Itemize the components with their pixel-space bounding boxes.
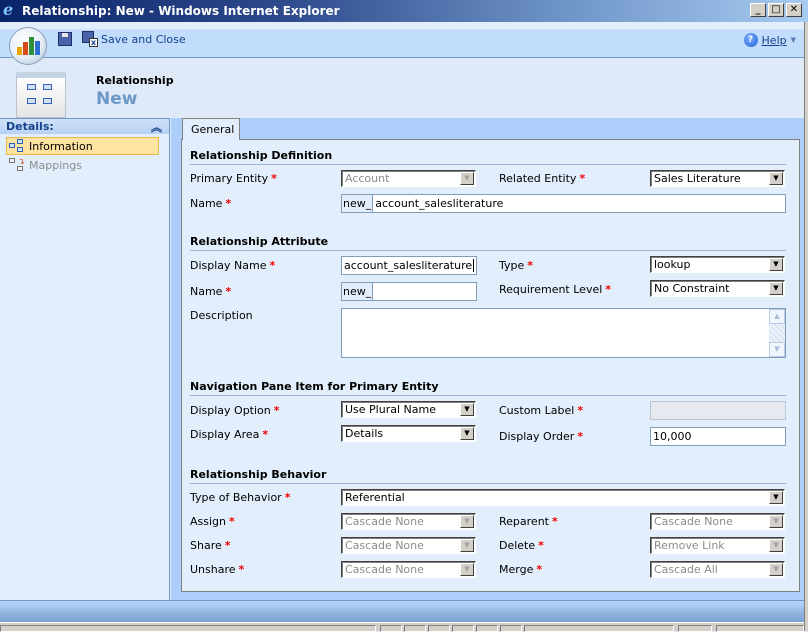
dropdown-arrow-icon: ▼ (769, 563, 783, 576)
mappings-icon: ↴ (9, 158, 25, 172)
crm-logo-icon[interactable] (9, 27, 47, 65)
dropdown-arrow-icon: ▼ (460, 427, 474, 440)
unshare-select[interactable]: Cascade None ▼ (341, 561, 476, 578)
related-entity-label: Related Entity * (499, 172, 586, 185)
section-heading: Relationship Behavior (190, 468, 786, 484)
nav-item-information[interactable]: Information (6, 137, 159, 155)
attribute-name-input[interactable]: new_ (341, 282, 477, 301)
dropdown-arrow-icon: ▼ (769, 172, 783, 185)
tab-label: General (191, 123, 235, 136)
scroll-up-icon[interactable]: ▲ (769, 309, 785, 324)
dropdown-arrow-icon: ▼ (460, 403, 474, 416)
name-prefix: new_ (342, 283, 374, 300)
browser-status-bar (0, 622, 804, 632)
entity-kind-label: Relationship (96, 74, 174, 87)
nav-item-mappings[interactable]: ↴ Mappings (6, 156, 159, 174)
dropdown-arrow-icon: ▼ (460, 539, 474, 552)
primary-entity-label: Primary Entity * (190, 172, 277, 185)
dropdown-arrow-icon: ▼ (769, 491, 783, 504)
type-select[interactable]: lookup ▼ (650, 256, 785, 273)
unshare-label: Unshare * (190, 563, 245, 576)
save-button[interactable] (58, 32, 72, 46)
dropdown-arrow-icon: ▼ (460, 172, 474, 185)
relationship-entity-icon (16, 72, 66, 118)
assign-select[interactable]: Cascade None ▼ (341, 513, 476, 530)
information-icon (9, 139, 25, 153)
delete-select[interactable]: Remove Link ▼ (650, 537, 785, 554)
display-area-label: Display Area * (190, 428, 269, 441)
window-frame (804, 22, 808, 631)
dropdown-arrow-icon: ▼ (769, 258, 783, 271)
custom-label-input[interactable] (650, 401, 786, 420)
type-of-behavior-select[interactable]: Referential ▼ (341, 489, 785, 506)
relationship-name-input[interactable]: new_ account_salesliterature (341, 194, 786, 213)
window-controls: _ □ ✕ (750, 3, 802, 17)
share-select[interactable]: Cascade None ▼ (341, 537, 476, 554)
help-icon: ? (743, 33, 758, 47)
dropdown-arrow-icon: ▼ (769, 515, 783, 528)
details-nav-pane: Details: ︽ (0, 118, 170, 600)
description-textarea[interactable]: ▲ ▼ (341, 308, 786, 358)
description-label: Description (190, 309, 253, 322)
description-scrollbar[interactable]: ▲ ▼ (769, 309, 785, 357)
nav-section-header[interactable]: Details: ︽ (0, 118, 169, 134)
assign-label: Assign * (190, 515, 235, 528)
save-and-close-button[interactable]: x Save and Close (82, 31, 186, 47)
close-button[interactable]: ✕ (786, 3, 802, 17)
custom-label-label: Custom Label * (499, 404, 584, 417)
save-and-close-label: Save and Close (101, 32, 186, 46)
maximize-button[interactable]: □ (768, 3, 784, 17)
related-entity-select[interactable]: Sales Literature ▼ (650, 170, 785, 187)
help-menu[interactable]: ? Help ▼ (743, 33, 796, 47)
requirement-level-label: Requirement Level * (499, 283, 612, 296)
dropdown-arrow-icon: ▼ (460, 563, 474, 576)
display-name-label: Display Name * (190, 259, 276, 272)
ie-logo-icon: e (3, 0, 14, 19)
display-option-label: Display Option * (190, 404, 280, 417)
scroll-down-icon[interactable]: ▼ (769, 342, 785, 357)
display-order-input[interactable]: 10,000 (650, 427, 786, 446)
section-heading: Relationship Definition (190, 149, 786, 165)
primary-entity-select[interactable]: Account ▼ (341, 170, 476, 187)
nav-section-label: Details: (6, 120, 54, 133)
share-label: Share * (190, 539, 231, 552)
save-close-icon: x (82, 31, 98, 47)
collapse-chevron-icon[interactable]: ︽ (151, 119, 162, 135)
help-label: Help (761, 33, 787, 47)
dropdown-arrow-icon: ▼ (769, 282, 783, 295)
delete-label: Delete * (499, 539, 544, 552)
window-title: Relationship: New - Windows Internet Exp… (22, 4, 340, 18)
display-area-select[interactable]: Details ▼ (341, 425, 476, 442)
display-name-input[interactable]: account_salesliterature (341, 256, 477, 275)
dropdown-arrow-icon: ▼ (769, 539, 783, 552)
record-title: New (96, 89, 138, 109)
nav-item-label: Information (29, 139, 93, 153)
attribute-name-label: Name * (190, 285, 232, 298)
dropdown-arrow-icon: ▼ (460, 515, 474, 528)
type-label: Type * (499, 259, 534, 272)
merge-label: Merge * (499, 563, 543, 576)
chevron-down-icon: ▼ (790, 36, 796, 44)
reparent-label: Reparent * (499, 515, 558, 528)
requirement-level-select[interactable]: No Constraint ▼ (650, 280, 785, 297)
nav-item-label: Mappings (29, 158, 82, 172)
display-option-select[interactable]: Use Plural Name ▼ (341, 401, 476, 418)
type-of-behavior-label: Type of Behavior * (190, 491, 291, 504)
minimize-button[interactable]: _ (750, 3, 766, 17)
reparent-select[interactable]: Cascade None ▼ (650, 513, 785, 530)
display-order-label: Display Order * (499, 430, 584, 443)
window-titlebar: e Relationship: New - Windows Internet E… (0, 0, 808, 22)
form-footer-bar (0, 600, 804, 622)
merge-select[interactable]: Cascade All ▼ (650, 561, 785, 578)
section-heading: Relationship Attribute (190, 235, 786, 251)
name-prefix: new_ (342, 195, 374, 212)
name-label: Name * (190, 197, 232, 210)
section-heading: Navigation Pane Item for Primary Entity (190, 380, 786, 396)
tab-general[interactable]: General (182, 118, 240, 140)
